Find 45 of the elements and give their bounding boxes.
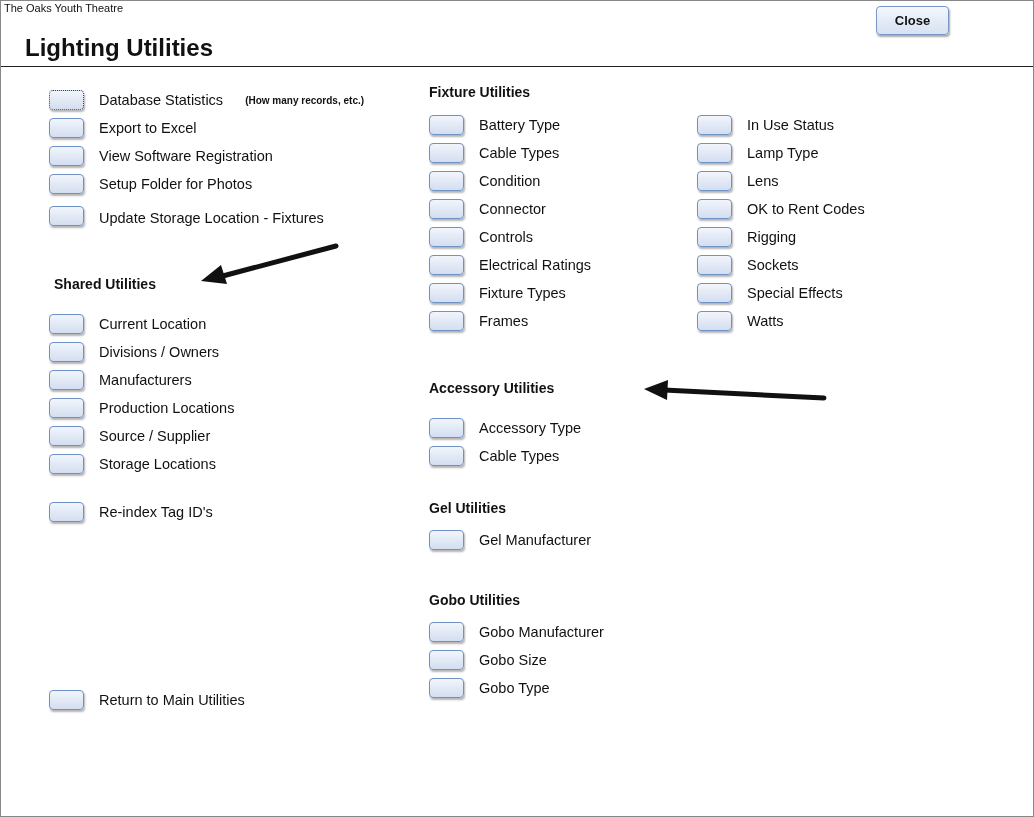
- utility-note: (How many records, etc.): [245, 94, 365, 106]
- utility-label: Current Location: [99, 316, 207, 332]
- utility-label: Connector: [479, 201, 546, 217]
- utility-label: In Use Status: [747, 117, 835, 133]
- utility-label: Return to Main Utilities: [99, 692, 245, 708]
- utility-label: Production Locations: [99, 400, 235, 416]
- utility-label: Manufacturers: [99, 372, 192, 388]
- utility-label: Source / Supplier: [99, 428, 211, 444]
- section-heading: Shared Utilities: [54, 275, 156, 294]
- utility-label: Setup Folder for Photos: [99, 176, 253, 192]
- section-heading: Gobo Utilities: [429, 591, 520, 610]
- app-title: The Oaks Youth Theatre: [3, 1, 125, 14]
- utility-label: Cable Types: [479, 145, 560, 161]
- utility-label: Database Statistics: [99, 92, 224, 108]
- utility-label: Controls: [479, 229, 533, 245]
- utility-label: Sockets: [747, 257, 799, 273]
- utility-label: Condition: [479, 173, 541, 189]
- utility-label: Gobo Manufacturer: [479, 624, 604, 640]
- close-button[interactable]: Close: [876, 6, 949, 35]
- utility-label: Export to Excel: [99, 120, 197, 136]
- utility-label: Special Effects: [747, 285, 843, 301]
- utility-label: Gobo Type: [479, 680, 550, 696]
- utility-label: Divisions / Owners: [99, 344, 220, 360]
- utility-label: Gel Manufacturer: [479, 532, 592, 548]
- utility-label: Storage Locations: [99, 456, 216, 472]
- utility-button[interactable]: [49, 90, 84, 110]
- utility-label: Fixture Types: [479, 285, 566, 301]
- utility-label: Electrical Ratings: [479, 257, 591, 273]
- utility-label: Watts: [747, 313, 784, 329]
- utility-label: Battery Type: [479, 117, 561, 133]
- utility-label: Lamp Type: [747, 145, 819, 161]
- section-heading: Fixture Utilities: [429, 83, 531, 102]
- utility-label: Rigging: [747, 229, 797, 245]
- section-heading: Accessory Utilities: [429, 379, 555, 398]
- form-title: Lighting Utilities: [25, 33, 213, 63]
- utility-label: Accessory Type: [479, 420, 582, 436]
- utility-label: Frames: [479, 313, 529, 329]
- utility-label: View Software Registration: [99, 148, 273, 164]
- utility-label: Lens: [747, 173, 779, 189]
- section-heading: Gel Utilities: [429, 499, 507, 518]
- utility-label: Re-index Tag ID's: [99, 504, 213, 520]
- utility-label: Cable Types: [479, 448, 560, 464]
- utility-label: OK to Rent Codes: [747, 201, 865, 217]
- utility-label: Update Storage Location - Fixtures: [99, 210, 324, 226]
- utility-label: Gobo Size: [479, 652, 547, 668]
